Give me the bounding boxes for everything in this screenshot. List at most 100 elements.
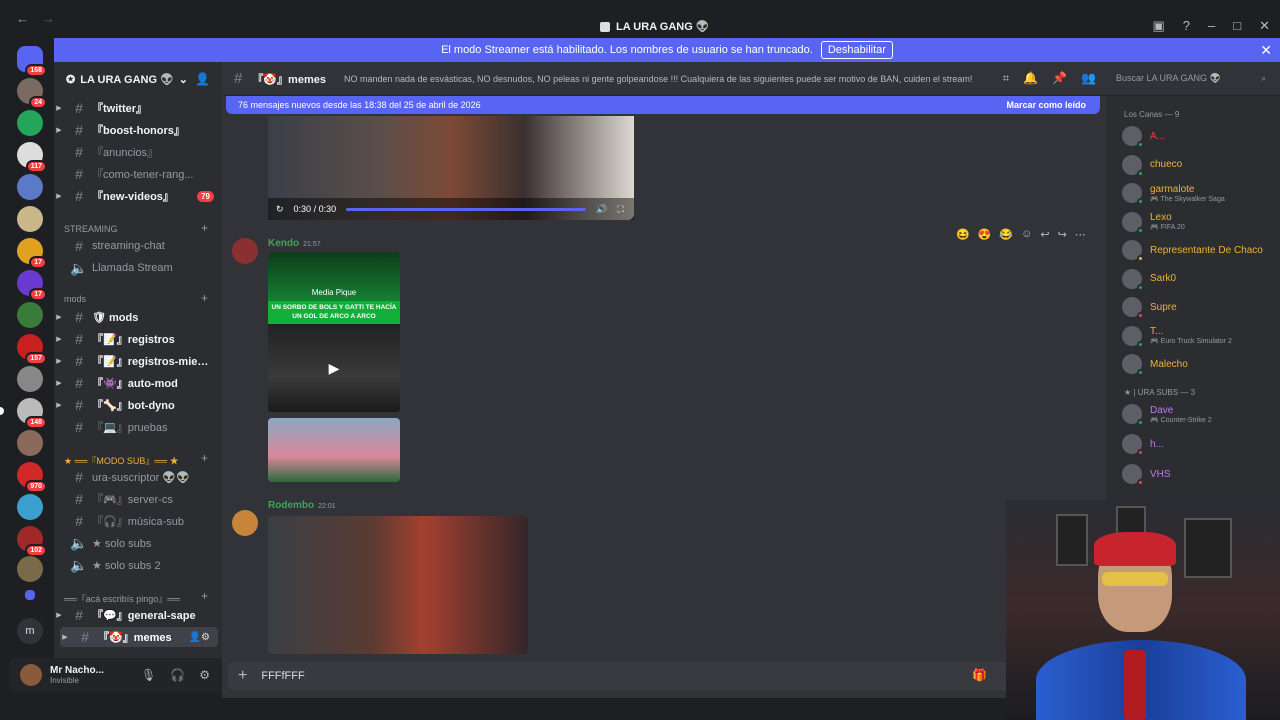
member-item[interactable]: garmalote 🎮 The Skywalker Saga (1122, 183, 1225, 205)
server-icon-2[interactable] (17, 110, 43, 136)
member-item[interactable]: Malecho (1122, 354, 1188, 376)
mark-as-read-button[interactable]: Marcar como leído (1006, 100, 1086, 110)
server-icon-8[interactable] (17, 302, 43, 328)
reaction-emoji-icon[interactable]: 😆 (956, 228, 970, 241)
video-embed[interactable]: Media Pique UN SORBO DE BOLS Y GATTI TE … (268, 252, 400, 412)
threads-icon[interactable]: ⌗ (1002, 71, 1009, 86)
gift-icon[interactable]: 🎁 (972, 668, 987, 682)
message-author[interactable]: Rodembo 22:01 (268, 500, 336, 511)
add-channel-icon[interactable]: + (201, 221, 208, 235)
channel-registros[interactable]: ▶ # 『📝』registros (54, 329, 222, 349)
search-input[interactable]: Buscar LA URA GANG 👽 (1116, 73, 1221, 84)
add-channel-icon[interactable]: + (201, 451, 208, 465)
search-bar[interactable]: Buscar LA URA GANG 👽 ⌕ (1106, 62, 1280, 96)
headphones-icon[interactable]: 🎧 (170, 668, 185, 682)
add-channel-icon[interactable]: + (201, 291, 208, 305)
channel-twitter[interactable]: ▶ # 『twitter』 (54, 98, 222, 118)
message-author[interactable]: Kendo 21:57 (268, 238, 321, 249)
reaction-emoji-icon[interactable]: 😍 (978, 228, 992, 241)
close-banner-icon[interactable]: ✕ (1260, 42, 1272, 59)
channel-como-tener-rango[interactable]: # 『como-tener-rang... (54, 164, 222, 184)
forward-arrow-icon[interactable]: → (42, 11, 55, 26)
video-attachment[interactable]: ↻ 0:30 / 0:30 🔊 ⛶ (268, 116, 634, 220)
reaction-emoji-icon[interactable]: 😂 (999, 228, 1013, 241)
channel-bot-dyno[interactable]: ▶ # 『🦴』bot-dyno (54, 395, 222, 415)
member-item[interactable]: Dave 🎮 Counter-Strike 2 (1122, 404, 1212, 426)
channel-registros-miembros[interactable]: ▶ # 『📝』registros-miem... (54, 351, 222, 371)
avatar[interactable] (232, 238, 258, 264)
voice-channel-llamada-stream[interactable]: 🔈 Llamada Stream (54, 258, 222, 278)
fullscreen-icon[interactable]: ⛶ (617, 204, 623, 215)
category-streaming[interactable]: STREAMING (64, 224, 118, 234)
member-item[interactable]: chueco (1122, 154, 1182, 177)
image-attachment[interactable] (268, 516, 528, 654)
channel-streaming-chat[interactable]: # streaming-chat (54, 236, 222, 256)
member-item[interactable]: Representante De Chaco (1122, 240, 1263, 262)
server-icon-11[interactable]: 148 (0, 398, 47, 429)
user-info[interactable]: Mr Nacho... Invisible (50, 665, 104, 685)
member-item[interactable]: A... (1122, 126, 1165, 148)
add-attachment-icon[interactable]: + (238, 667, 247, 685)
channel-pruebas[interactable]: # 『💻』pruebas (54, 417, 222, 437)
members-icon[interactable]: 👥 (1081, 71, 1096, 86)
channel-mods[interactable]: ▶ # 🛡 mods (54, 307, 222, 327)
reply-icon[interactable]: ↩ (1040, 228, 1049, 241)
channel-memes[interactable]: ▶ # 『🤡』memes 👤⚙ (60, 627, 218, 647)
close-window-button[interactable]: ✕ (1259, 18, 1270, 34)
help-icon[interactable]: ? (1183, 18, 1190, 34)
member-item[interactable]: Supre (1122, 297, 1177, 319)
server-icon-14[interactable] (17, 494, 43, 520)
channel-ura-suscriptor[interactable]: # ura-suscriptor 👽👽 (54, 467, 222, 487)
server-icon-4[interactable] (17, 174, 43, 200)
volume-icon[interactable]: 🔊 (596, 204, 607, 215)
voice-channel-solo-subs-2[interactable]: 🔈 ★ solo subs 2 (54, 555, 222, 575)
channel-topic[interactable]: NO manden nada de esvásticas, NO desnudo… (344, 74, 984, 84)
server-icon-12[interactable] (17, 430, 43, 456)
server-m-icon[interactable]: m (17, 618, 43, 644)
voice-channel-solo-subs[interactable]: 🔈 ★ solo subs (54, 533, 222, 553)
folder-icon[interactable] (25, 590, 35, 600)
more-icon[interactable]: ⋯ (1075, 228, 1086, 241)
message-input-value[interactable]: FFFfFFF (261, 670, 304, 682)
disable-streamer-button[interactable]: Deshabilitar (820, 41, 893, 59)
replay-icon[interactable]: ↻ (276, 204, 284, 215)
back-arrow-icon[interactable]: ← (16, 11, 29, 26)
bell-icon[interactable]: 🔔 (1023, 71, 1038, 86)
channel-musica-sub[interactable]: # 『🎧』música-sub (54, 511, 222, 531)
category-modo-sub[interactable]: ★ ══『MODO SUB』══ ★ (64, 454, 179, 467)
avatar[interactable] (232, 510, 258, 536)
inbox-icon[interactable]: ▣ (1152, 18, 1164, 34)
server-icon-3[interactable]: 117 (17, 142, 47, 173)
member-item[interactable]: Lexo 🎮 FIFA 20 (1122, 211, 1185, 234)
server-icon-13[interactable]: 970 (17, 462, 47, 493)
guild-header[interactable]: ✪ LA URA GANG 👽 ⌄ 👤 (54, 62, 222, 96)
server-icon-15[interactable]: 102 (17, 526, 47, 557)
add-channel-icon[interactable]: + (201, 589, 208, 603)
maximize-button[interactable]: □ (1233, 18, 1241, 34)
channel-boost-honors[interactable]: ▶ # 『boost-honors』 (54, 120, 222, 140)
category-mods[interactable]: mods (64, 294, 86, 304)
member-item[interactable]: T... 🎮 Euro Truck Simulator 2 (1122, 325, 1232, 348)
category-aca-escribis[interactable]: ══『acá escribís pingo』══ (64, 592, 180, 605)
pin-icon[interactable]: 📌 (1052, 71, 1067, 86)
new-messages-bar[interactable]: 76 mensajes nuevos desde las 18:38 del 2… (226, 96, 1100, 114)
server-icon-6[interactable]: 17 (17, 238, 47, 269)
server-icon-1[interactable]: 24 (17, 78, 47, 109)
microphone-icon[interactable]: 🎙 (141, 668, 156, 682)
server-icon-9[interactable]: 157 (17, 334, 47, 365)
direct-messages-button[interactable]: 168 (17, 46, 47, 77)
channel-general-sape[interactable]: ▶ # 『💬』general-sape (54, 605, 222, 625)
channel-new-videos[interactable]: ▶ # 『new-videos』 79 (54, 186, 222, 206)
server-icon-7[interactable]: 17 (17, 270, 47, 301)
avatar[interactable] (20, 664, 42, 686)
forward-icon[interactable]: ↪ (1058, 228, 1067, 241)
member-item[interactable]: Sark0 (1122, 268, 1176, 291)
channel-auto-mod[interactable]: ▶ # 『👾』auto-mod (54, 373, 222, 393)
member-item[interactable]: VHS (1122, 464, 1171, 486)
gear-icon[interactable]: ⚙ (199, 668, 210, 682)
server-icon-10[interactable] (17, 366, 43, 392)
minimize-button[interactable]: – (1208, 18, 1215, 34)
image-attachment[interactable] (268, 418, 400, 482)
add-reaction-icon[interactable]: ☺ (1021, 228, 1032, 241)
play-icon[interactable]: ▶ (268, 324, 400, 412)
